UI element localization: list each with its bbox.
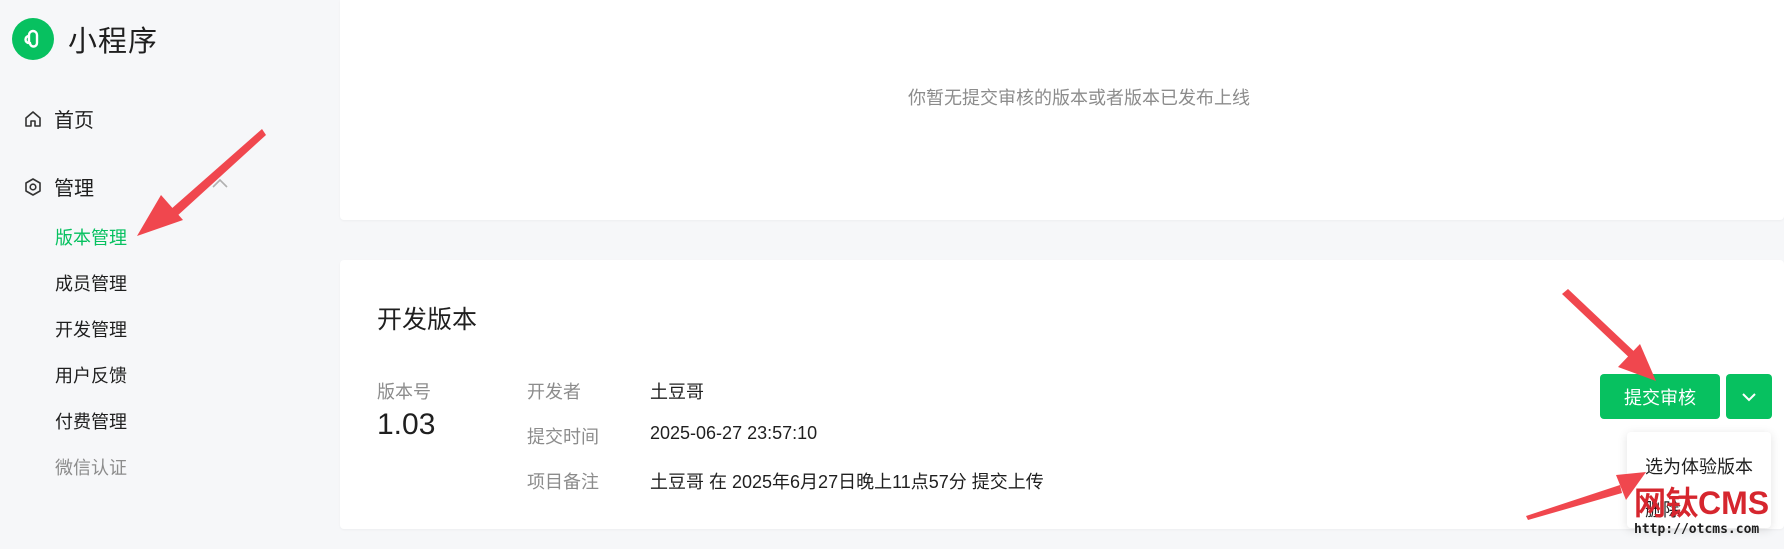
sidebar-item-payment-management[interactable]: 付费管理 [55, 408, 127, 434]
sidebar-item-manage[interactable]: 管理 [22, 172, 94, 201]
settings-hexagon-icon [22, 176, 44, 198]
chevron-up-icon[interactable] [210, 176, 230, 190]
home-icon [22, 108, 44, 130]
developer-label: 开发者 [527, 382, 581, 402]
online-version-card: 你暂无提交审核的版本或者版本已发布上线 [340, 0, 1784, 220]
app-title: 小程序 [68, 26, 159, 58]
chevron-down-icon [1742, 392, 1756, 401]
sidebar-item-home[interactable]: 首页 [22, 104, 94, 133]
version-number: 1.03 [377, 408, 436, 441]
set-as-trial-version-item[interactable]: 选为体验版本 [1645, 453, 1753, 479]
section-title: 开发版本 [377, 306, 478, 334]
watermark: 网钛CMS http://otcms.com [1634, 486, 1769, 537]
developer-value: 土豆哥 [650, 382, 704, 402]
sidebar-item-user-feedback[interactable]: 用户反馈 [55, 362, 127, 388]
dev-version-card: 开发版本 版本号 1.03 开发者 土豆哥 提交时间 2025-06-27 23… [340, 260, 1784, 529]
sidebar-item-dev-management[interactable]: 开发管理 [55, 316, 127, 342]
sidebar: 小程序 首页 管理 版本管理 成员管理 开发管理 用户反馈 付费管理 微信认证 [0, 0, 340, 549]
sidebar-item-label: 首页 [54, 110, 94, 132]
sidebar-item-member-management[interactable]: 成员管理 [55, 270, 127, 296]
sidebar-item-label: 管理 [54, 178, 94, 200]
submit-review-button[interactable]: 提交审核 [1600, 374, 1720, 419]
watermark-url: http://otcms.com [1634, 522, 1760, 537]
submit-time-value: 2025-06-27 23:57:10 [650, 423, 818, 443]
submit-time-label: 提交时间 [527, 427, 599, 447]
empty-state-text: 你暂无提交审核的版本或者版本已发布上线 [908, 88, 1250, 108]
version-label: 版本号 [377, 382, 431, 402]
watermark-title: 网钛CMS [1634, 485, 1770, 521]
project-note-label: 项目备注 [527, 472, 599, 492]
miniprogram-logo-icon [12, 18, 54, 60]
sidebar-item-version-management[interactable]: 版本管理 [55, 224, 127, 250]
more-actions-button[interactable] [1726, 374, 1772, 419]
brand: 小程序 [12, 18, 158, 60]
sidebar-item-wechat-verification[interactable]: 微信认证 [55, 454, 127, 480]
project-note-value: 土豆哥 在 2025年6月27日晚上11点57分 提交上传 [650, 472, 1044, 492]
